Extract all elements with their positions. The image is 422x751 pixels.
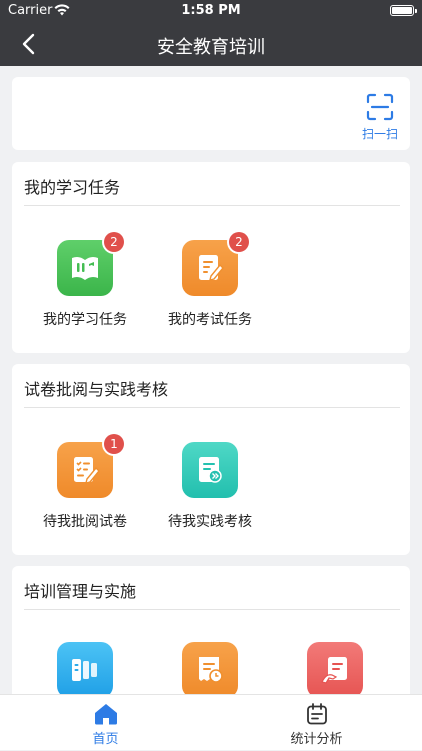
scan-label: 扫一扫 [361, 127, 398, 141]
nav-bar: 安全教育培训 [0, 22, 422, 66]
divider [24, 609, 400, 610]
training-item-1[interactable] [25, 642, 145, 694]
my-learning-task-item[interactable]: 2 我的学习任务 [25, 232, 145, 329]
item-label: 我的学习任务 [43, 312, 127, 328]
notification-badge: 1 [104, 434, 124, 454]
clock: 1:58 PM [181, 3, 241, 18]
home-icon [94, 704, 117, 725]
pending-grading-item[interactable]: 1 待我批阅试卷 [25, 434, 145, 531]
training-item-3[interactable] [275, 642, 395, 694]
book-icon: 2 [57, 232, 124, 296]
receipt-clock-icon [182, 642, 238, 694]
page-title: 安全教育培训 [157, 37, 265, 58]
scan-icon [366, 93, 394, 121]
main-content[interactable]: 扫一扫 我的学习任务 2 我的学习任务 2 我的考试任务 试卷批阅与实践考核 1… [0, 66, 422, 694]
calendar-list-icon [306, 703, 327, 725]
item-label: 待我实践考核 [168, 514, 252, 530]
section-title: 我的学习任务 [24, 178, 121, 197]
columns-icon [57, 642, 113, 694]
item-label: 待我批阅试卷 [43, 514, 127, 530]
divider [24, 205, 400, 206]
tab-statistics[interactable]: 统计分析 [211, 695, 422, 751]
checklist-pen-icon: 1 [57, 434, 124, 498]
document-arrow-icon [182, 442, 238, 498]
section-title: 试卷批阅与实践考核 [24, 380, 169, 399]
section-grading-assessment: 试卷批阅与实践考核 1 待我批阅试卷 待我实践考核 [12, 364, 410, 555]
tab-home[interactable]: 首页 [0, 695, 211, 751]
divider [24, 407, 400, 408]
document-hand-icon [307, 642, 363, 694]
scan-card: 扫一扫 [12, 77, 410, 150]
my-exam-task-item[interactable]: 2 我的考试任务 [150, 232, 270, 329]
scan-button[interactable]: 扫一扫 [360, 93, 400, 143]
pending-practical-item[interactable]: 待我实践考核 [150, 442, 270, 531]
section-my-learning: 我的学习任务 2 我的学习任务 2 我的考试任务 [12, 162, 410, 353]
section-title: 培训管理与实施 [24, 582, 137, 601]
item-label: 我的考试任务 [168, 312, 252, 328]
status-bar: Carrier 1:58 PM [0, 0, 422, 22]
tab-bar: 首页 统计分析 [0, 694, 422, 750]
exam-paper-pen-icon: 2 [182, 232, 249, 296]
section-training-management: 培训管理与实施 [12, 566, 410, 694]
tab-label: 统计分析 [290, 732, 343, 747]
notification-badge: 2 [104, 232, 124, 252]
notification-badge: 2 [229, 232, 249, 252]
training-item-2[interactable] [150, 642, 270, 694]
tab-label: 首页 [92, 732, 119, 747]
battery-icon [390, 5, 417, 16]
